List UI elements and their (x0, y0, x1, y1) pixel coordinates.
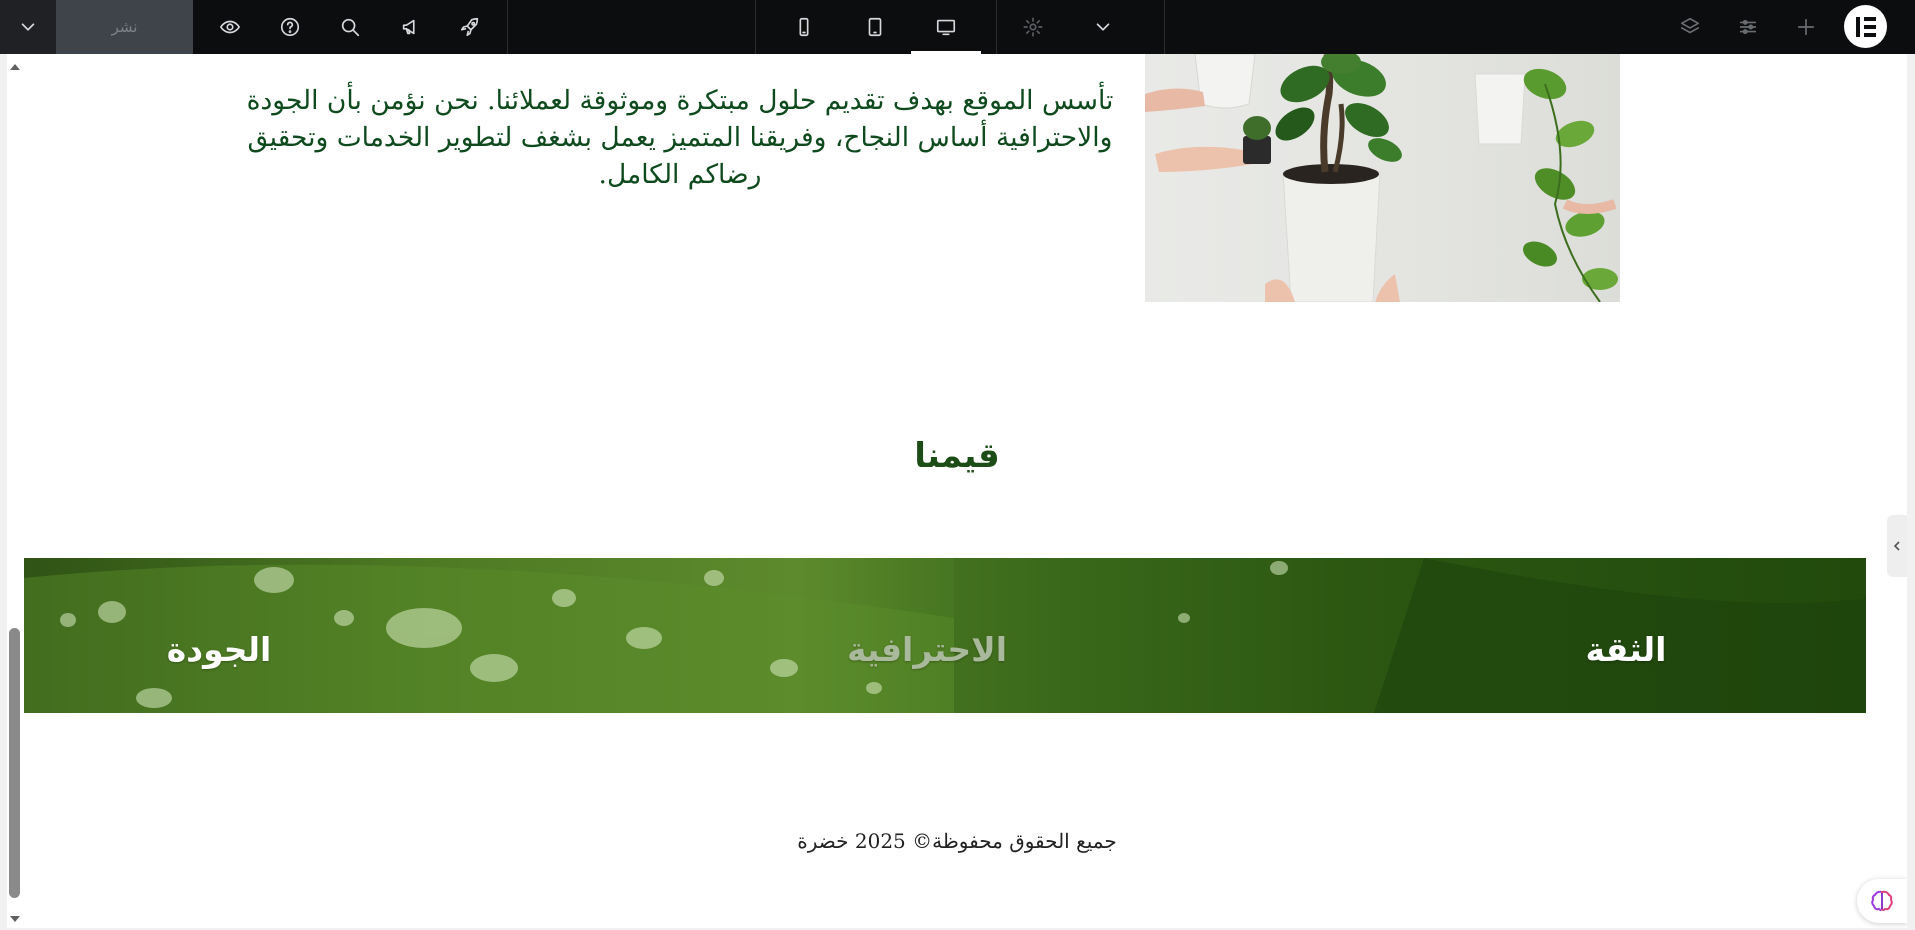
tablet-icon (868, 17, 882, 37)
mobile-icon (799, 17, 809, 37)
brain-icon (1871, 890, 1893, 911)
sliders-icon (1739, 19, 1757, 35)
scroll-thumb[interactable] (9, 628, 20, 898)
site-settings-button[interactable] (454, 0, 486, 54)
value-professionalism: الاحترافية (846, 630, 1008, 669)
chevron-down-icon (21, 23, 35, 31)
device-mobile-button[interactable] (786, 0, 822, 54)
search-icon (341, 18, 360, 37)
page-scrollbar[interactable] (7, 54, 23, 928)
eye-icon (220, 20, 240, 34)
publish-button[interactable]: نشر (56, 0, 193, 54)
rocket-icon (460, 17, 479, 37)
chevron-left-icon (1893, 541, 1900, 551)
publish-options-button[interactable] (0, 0, 56, 54)
chevron-down-icon (1096, 23, 1110, 31)
about-paragraph: تأسس الموقع بهدف تقديم حلول مبتكرة وموثو… (246, 85, 1114, 190)
help-icon (280, 17, 300, 37)
page-settings-button[interactable] (1732, 0, 1764, 54)
values-heading: قيمنا (914, 436, 1000, 476)
plus-icon (1797, 18, 1815, 36)
editor-topbar: نشر (0, 0, 1915, 54)
notes-button[interactable] (395, 0, 427, 54)
elementor-logo-icon (1855, 16, 1876, 37)
value-quality: الجودة (166, 630, 272, 669)
ai-assistant-button[interactable] (1857, 879, 1907, 923)
layers-icon (1680, 17, 1700, 34)
megaphone-icon (402, 19, 415, 35)
preview-button[interactable] (214, 0, 246, 54)
page-preview: تأسس الموقع بهدف تقديم حلول مبتكرة وموثو… (7, 54, 1907, 928)
elementor-logo[interactable] (1844, 5, 1887, 48)
scroll-down-arrow[interactable] (10, 916, 20, 922)
panel-toggle-button[interactable] (1887, 515, 1907, 577)
device-tablet-button[interactable] (857, 0, 893, 54)
footer-copyright: جميع الحقوق محفوظة© 2025 خضرة (797, 829, 1117, 853)
more-devices-button[interactable] (1086, 0, 1120, 54)
scroll-up-arrow[interactable] (10, 64, 20, 70)
device-desktop-button[interactable] (911, 0, 981, 54)
device-settings-button[interactable] (1016, 0, 1050, 54)
plants-illustration (1145, 54, 1618, 302)
structure-button[interactable] (1674, 0, 1706, 54)
search-button[interactable] (334, 0, 366, 54)
plants-image (1145, 54, 1620, 302)
value-trust: الثقة (1585, 630, 1667, 669)
add-element-button[interactable] (1790, 0, 1822, 54)
values-banner: الثقة الاحترافية الجودة (24, 558, 1866, 713)
desktop-icon (936, 19, 956, 36)
help-button[interactable] (274, 0, 306, 54)
gear-icon (1023, 17, 1043, 37)
